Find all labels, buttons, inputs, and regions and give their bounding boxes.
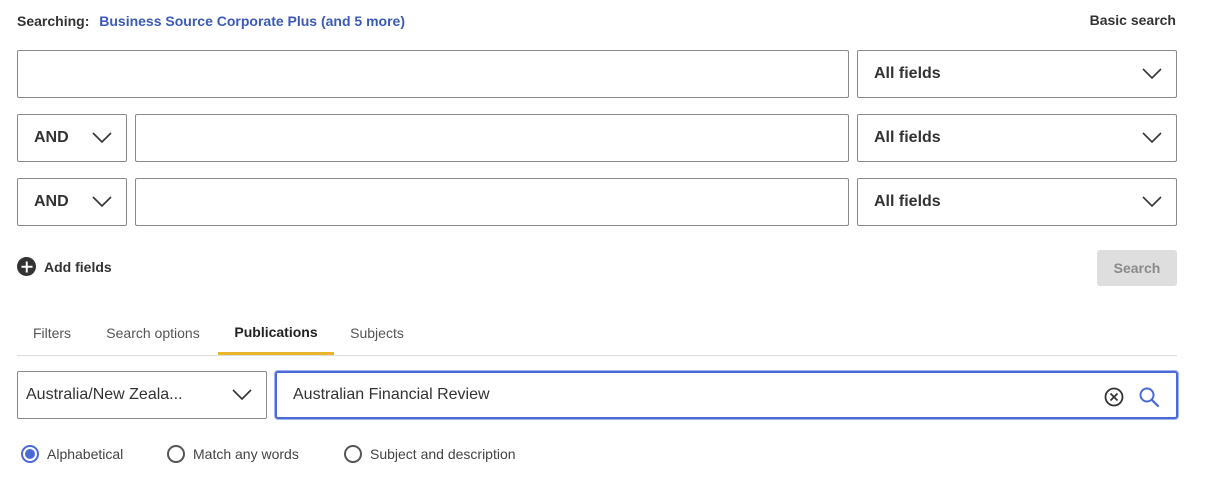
- tab-subjects[interactable]: Subjects: [337, 312, 417, 354]
- search-tabs: Filters Search options Publications Subj…: [17, 312, 1177, 356]
- field-select-1[interactable]: All fields: [857, 50, 1177, 98]
- tab-filters[interactable]: Filters: [17, 312, 87, 354]
- radio-label: Subject and description: [370, 446, 516, 462]
- operator-select-3[interactable]: AND: [17, 178, 127, 226]
- field-select-2[interactable]: All fields: [857, 114, 1177, 162]
- region-select-label: Australia/New Zeala...: [26, 386, 183, 403]
- chevron-down-icon: [1142, 132, 1162, 144]
- search-input-3[interactable]: [135, 178, 849, 226]
- radio-button-checked: [21, 445, 39, 463]
- radio-label: Alphabetical: [47, 446, 124, 462]
- radio-match-any-words[interactable]: Match any words: [167, 445, 299, 463]
- add-fields-label: Add fields: [44, 258, 112, 275]
- chevron-down-icon: [1142, 68, 1162, 80]
- chevron-down-icon: [92, 132, 112, 144]
- search-input-1[interactable]: [17, 50, 849, 98]
- searching-label: Searching:: [17, 13, 90, 29]
- tab-search-options[interactable]: Search options: [93, 312, 213, 354]
- clear-icon[interactable]: [1104, 387, 1124, 407]
- publication-search-value: Australian Financial Review: [293, 386, 490, 403]
- searching-info: Searching: Business Source Corporate Plu…: [17, 13, 405, 29]
- operator-label: AND: [34, 129, 69, 146]
- add-fields-button[interactable]: Add fields: [17, 257, 112, 276]
- radio-label: Match any words: [193, 446, 299, 462]
- field-select-label: All fields: [874, 193, 941, 210]
- search-icon[interactable]: [1138, 386, 1160, 408]
- radio-button: [344, 445, 362, 463]
- database-list-link[interactable]: Business Source Corporate Plus (and 5 mo…: [99, 13, 405, 29]
- search-button[interactable]: Search: [1097, 250, 1177, 286]
- tab-publications[interactable]: Publications: [218, 312, 334, 355]
- field-select-label: All fields: [874, 129, 941, 146]
- chevron-down-icon: [92, 196, 112, 208]
- radio-alphabetical[interactable]: Alphabetical: [21, 445, 123, 463]
- operator-select-2[interactable]: AND: [17, 114, 127, 162]
- basic-search-link[interactable]: Basic search: [1090, 12, 1176, 28]
- field-select-label: All fields: [874, 65, 941, 82]
- publication-search-input[interactable]: Australian Financial Review: [275, 371, 1178, 419]
- search-input-2[interactable]: [135, 114, 849, 162]
- operator-label: AND: [34, 193, 69, 210]
- field-select-3[interactable]: All fields: [857, 178, 1177, 226]
- chevron-down-icon: [1142, 196, 1162, 208]
- chevron-down-icon: [232, 389, 252, 401]
- plus-circle-icon: [17, 257, 36, 276]
- radio-button: [167, 445, 185, 463]
- radio-subject-and-description[interactable]: Subject and description: [344, 445, 516, 463]
- region-select[interactable]: Australia/New Zeala...: [17, 371, 267, 419]
